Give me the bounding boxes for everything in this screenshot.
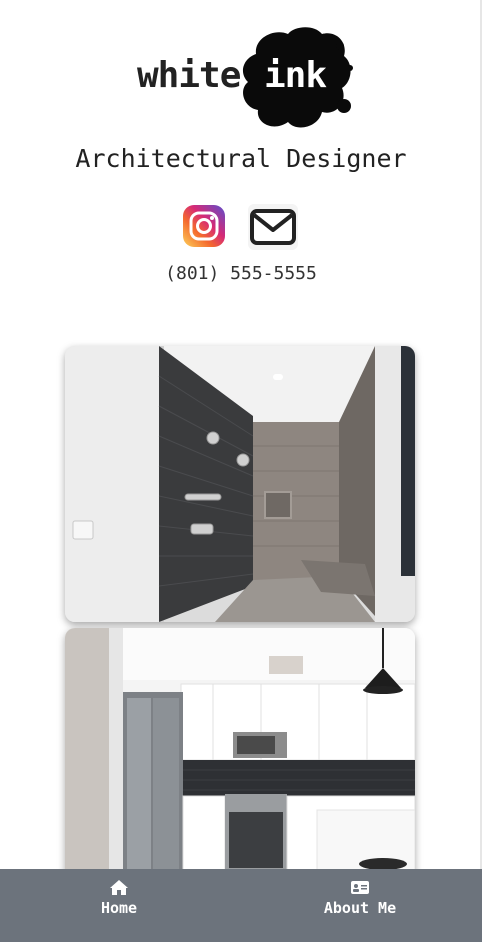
instagram-icon[interactable]	[182, 204, 226, 248]
nav-home[interactable]: Home	[39, 879, 199, 917]
nav-home-label: Home	[100, 899, 138, 917]
mail-icon[interactable]	[248, 204, 298, 250]
gallery-card-shower[interactable]	[65, 346, 415, 622]
page-subtitle: Architectural Designer	[75, 144, 407, 173]
kitchen-photo	[65, 628, 415, 888]
id-card-icon	[351, 881, 369, 894]
nav-about-me[interactable]: About Me	[280, 879, 440, 917]
home-icon	[110, 880, 128, 895]
logo-text-white: white	[137, 55, 241, 96]
gallery-card-kitchen[interactable]	[65, 628, 415, 888]
social-links	[0, 204, 482, 250]
nav-about-label: About Me	[323, 899, 397, 917]
logo-text-ink: ink	[264, 55, 327, 96]
shower-photo	[65, 346, 415, 622]
bottom-nav: Home About Me	[0, 869, 482, 942]
phone-number[interactable]: (801) 555-5555	[0, 263, 482, 284]
